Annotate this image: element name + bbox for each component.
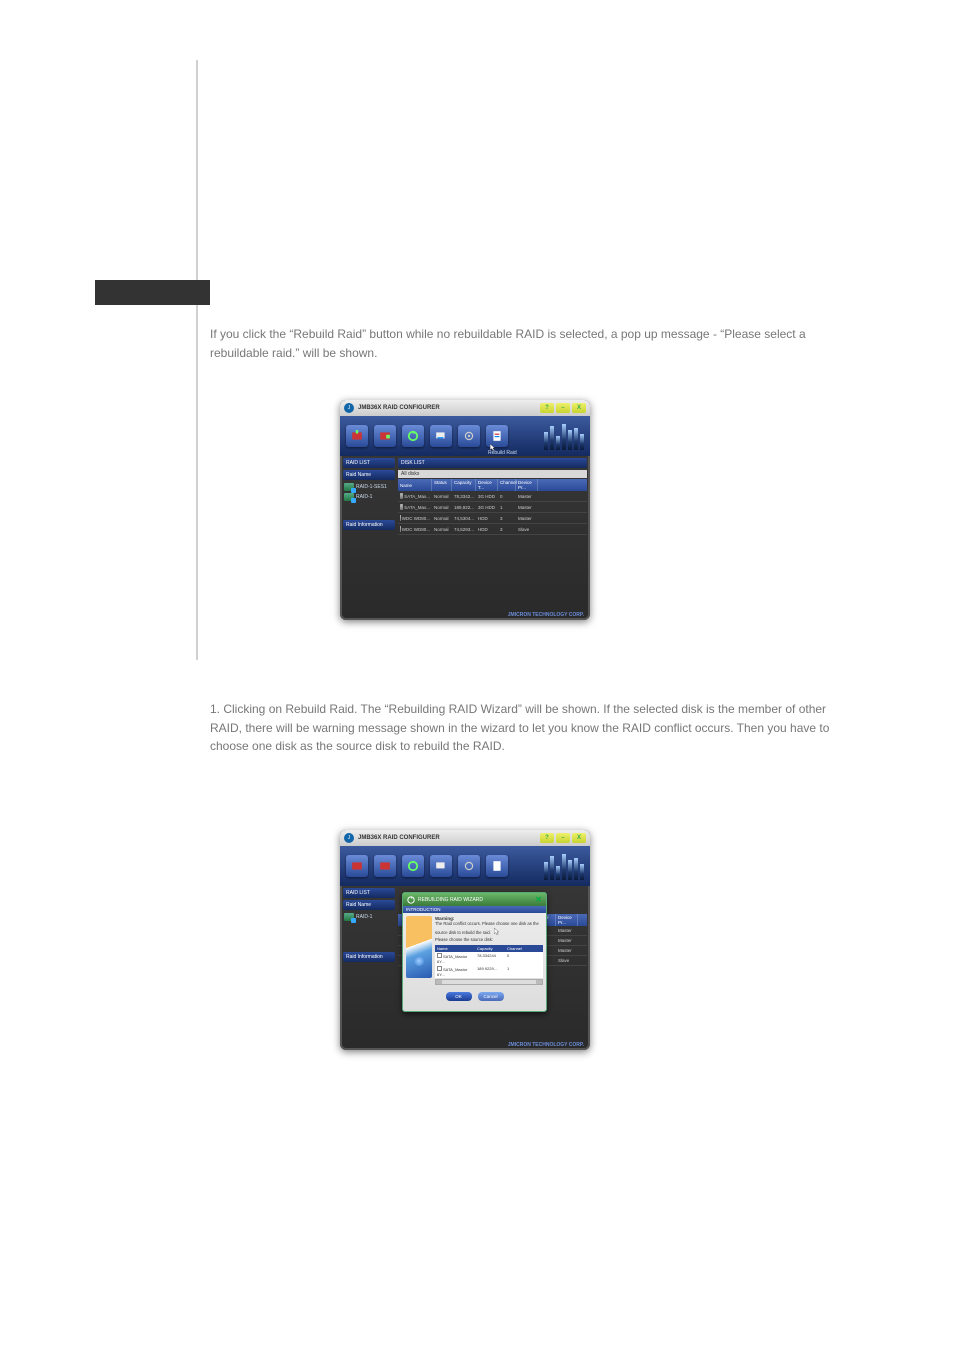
toolbar-btn-disk-icon[interactable]: [430, 855, 452, 877]
wizard-icon: [407, 896, 415, 904]
help-button[interactable]: ?: [540, 833, 554, 843]
raid-icon: [344, 483, 354, 491]
wizard-title: REBUILDING RAID WIZARD: [418, 897, 483, 903]
raid-item-label: RAID-1-SES1: [356, 484, 387, 490]
close-button[interactable]: X: [572, 833, 586, 843]
toolbar-btn-rebuild-icon[interactable]: [402, 425, 424, 447]
raid-icon: [344, 493, 354, 501]
col-status[interactable]: Status: [432, 479, 452, 491]
raid-information-header: Raid Information: [343, 520, 395, 530]
wizard-side-image: [406, 916, 432, 978]
titlebar: J JMB36X RAID CONFIGURER ? – X: [340, 400, 590, 416]
app-logo-icon: J: [344, 403, 354, 413]
rebuilding-raid-wizard-dialog: REBUILDING RAID WIZARD ✕ INTRODUCTION Wa…: [402, 892, 547, 1012]
wizard-intro-header: INTRODUCTION: [403, 906, 546, 913]
wizard-table-row[interactable]: SATA_Maxtor 6Y...78.3342440: [435, 952, 543, 965]
disk-icon: [400, 504, 403, 510]
raid-list-header: RAID LIST: [343, 888, 395, 898]
toolbar-btn-disk-icon[interactable]: [430, 425, 452, 447]
help-button[interactable]: ?: [540, 403, 554, 413]
table-row[interactable]: WDC WD80...Normal74,5304...HDD3Master: [398, 513, 587, 524]
wizard-close-button[interactable]: ✕: [535, 895, 542, 904]
toolbar: Rebuild Raid: [340, 416, 590, 456]
raid-name-header: Raid Name: [343, 900, 395, 910]
col-capacity[interactable]: Capacity: [452, 479, 476, 491]
col-device-pr[interactable]: Device Pr...: [556, 914, 578, 926]
footer-brand: JMICRON TECHNOLOGY CORP.: [508, 1042, 584, 1048]
col-device-type[interactable]: Device T...: [476, 479, 498, 491]
scroll-left-icon[interactable]: [436, 980, 442, 984]
wizard-titlebar: REBUILDING RAID WIZARD ✕: [403, 893, 546, 906]
wizard-table-row[interactable]: SATA_Maxtor 6Y...189.9229...1: [435, 965, 543, 978]
ok-button[interactable]: OK: [446, 992, 472, 1001]
all-disks-label: All disks: [398, 470, 587, 478]
paragraph-1: If you click the “Rebuild Raid” button w…: [210, 325, 810, 362]
col-name[interactable]: Name: [398, 479, 432, 491]
disk-list-header: DISK LIST: [398, 458, 587, 468]
wizard-scrollbar[interactable]: [435, 979, 543, 985]
toolbar-btn-settings-icon[interactable]: [458, 855, 480, 877]
col-channel[interactable]: Channel: [498, 479, 516, 491]
table-row[interactable]: SATA_Max...Normal189,922...3G HDD1Master: [398, 502, 587, 513]
table-header: Name Status Capacity Device T... Channel…: [398, 479, 587, 491]
cancel-button[interactable]: Cancel: [478, 992, 504, 1001]
wizard-table-header: Name Capacity Channel: [435, 945, 543, 952]
raid-item[interactable]: RAID-1-SES1: [343, 482, 395, 492]
checkbox[interactable]: [437, 953, 442, 958]
window-title: JMB36X RAID CONFIGURER: [358, 405, 440, 411]
raid-name-header: Raid Name: [343, 470, 395, 480]
checkbox[interactable]: [437, 966, 442, 971]
footer-brand: JMICRON TECHNOLOGY CORP.: [508, 612, 584, 618]
toolbar-btn-create-icon[interactable]: [346, 425, 368, 447]
equalizer-decoration: [544, 852, 584, 880]
screenshot-raid-configurer: J JMB36X RAID CONFIGURER ? – X Rebuild: [340, 400, 590, 620]
choose-source-label: Please choose the source disk:: [435, 937, 543, 942]
raid-item-label: RAID-1: [356, 914, 372, 920]
scroll-right-icon[interactable]: [536, 980, 542, 984]
section-bar: [95, 280, 210, 305]
raid-list-header: RAID LIST: [343, 458, 395, 468]
app-logo-icon: J: [344, 833, 354, 843]
toolbar-btn-create-icon[interactable]: [346, 855, 368, 877]
toolbar-btn-config-icon[interactable]: [374, 425, 396, 447]
disk-icon: [400, 515, 401, 521]
raid-icon: [344, 913, 354, 921]
table-row[interactable]: SATA_Max...Normal78,3342...3G HDD0Master: [398, 491, 587, 502]
minimize-button[interactable]: –: [556, 833, 570, 843]
disk-icon: [400, 493, 403, 499]
titlebar: J JMB36X RAID CONFIGURER ? – X: [340, 830, 590, 846]
wcol-name[interactable]: Name: [435, 945, 475, 952]
paragraph-2: 1. Clicking on Rebuild Raid. The “Rebuil…: [210, 700, 830, 756]
toolbar: [340, 846, 590, 886]
raid-item-label: RAID-1: [356, 494, 372, 500]
disk-icon: [400, 526, 401, 532]
table-row[interactable]: WDC WD80...Normal74,5293...HDD3Slave: [398, 524, 587, 535]
toolbar-btn-rebuild-icon[interactable]: [402, 855, 424, 877]
raid-information-header: Raid Information: [343, 952, 395, 962]
window-title: JMB36X RAID CONFIGURER: [358, 835, 440, 841]
mouse-cursor-icon: [494, 928, 500, 936]
equalizer-decoration: [544, 422, 584, 450]
warning-text: The Raid conflict occurs. Please choose …: [435, 921, 539, 935]
minimize-button[interactable]: –: [556, 403, 570, 413]
wcol-capacity[interactable]: Capacity: [475, 945, 505, 952]
toolbar-btn-report-icon[interactable]: [486, 855, 508, 877]
vertical-rule: [196, 60, 198, 660]
toolbar-btn-config-icon[interactable]: [374, 855, 396, 877]
raid-item[interactable]: RAID-1: [343, 912, 395, 922]
wcol-channel[interactable]: Channel: [505, 945, 525, 952]
screenshot-rebuild-wizard: J JMB36X RAID CONFIGURER ? – X: [340, 830, 590, 1050]
toolbar-btn-settings-icon[interactable]: [458, 425, 480, 447]
raid-item[interactable]: RAID-1: [343, 492, 395, 502]
mouse-cursor-icon: [490, 444, 496, 452]
col-device-pr[interactable]: Device Pr...: [516, 479, 538, 491]
close-button[interactable]: X: [572, 403, 586, 413]
